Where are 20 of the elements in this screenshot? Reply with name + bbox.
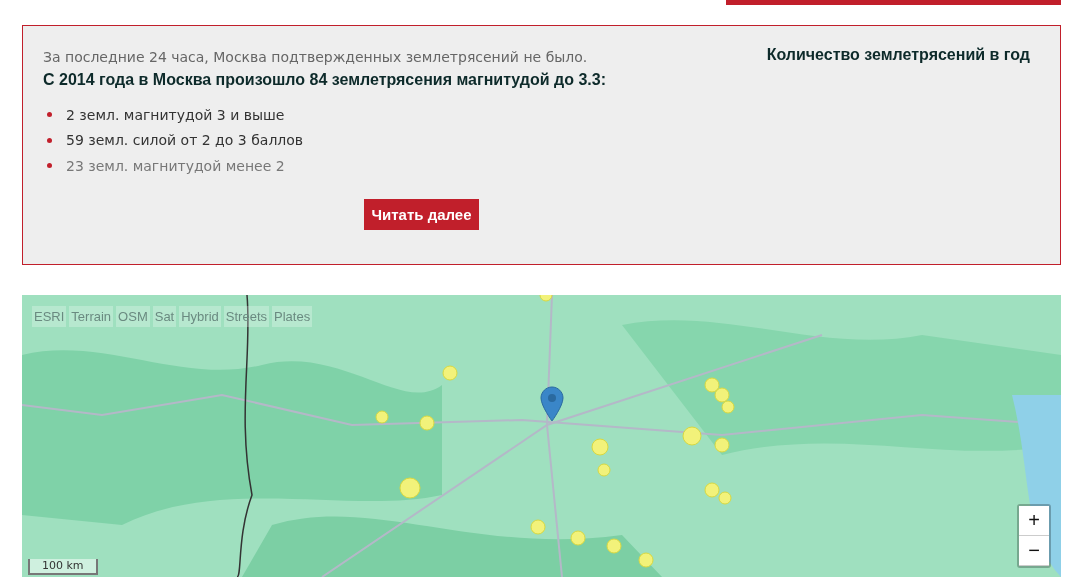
list-item-text: 23 земл. магнитудой менее 2 [66,157,285,174]
read-more-button[interactable]: Читать далее [364,198,479,230]
bullet-icon [47,163,52,169]
zoom-out-button[interactable]: − [1019,536,1049,566]
location-pin-icon [540,386,564,422]
bullet-icon [47,137,52,143]
map-layer-button[interactable]: OSM [116,306,150,327]
map-layer-button[interactable]: ESRI [32,306,67,327]
chart-title: Количество землетрясений в год [766,45,1030,65]
scale-bar: 100 km [28,559,98,575]
bullet-icon [47,112,52,118]
map-layer-button[interactable]: Hybrid [179,306,221,327]
map-layer-button[interactable]: Terrain [69,306,114,327]
summary-heading: С 2014 года в Москва произошло 84 землетрясения магнитудой до 3.3: [43,70,608,90]
status-text: За последние 24 часа, Москва подтвержденных землетрясений не было. [43,48,589,67]
zoom-in-button[interactable]: + [1019,506,1049,536]
list-item-text: 59 земл. силой от 2 до 3 баллов [66,132,304,149]
map-layer-button[interactable]: Plates [272,306,313,327]
map-layer-button[interactable]: Sat [152,306,177,327]
list-item-text: 2 земл. магнитудой 3 и выше [66,106,285,123]
